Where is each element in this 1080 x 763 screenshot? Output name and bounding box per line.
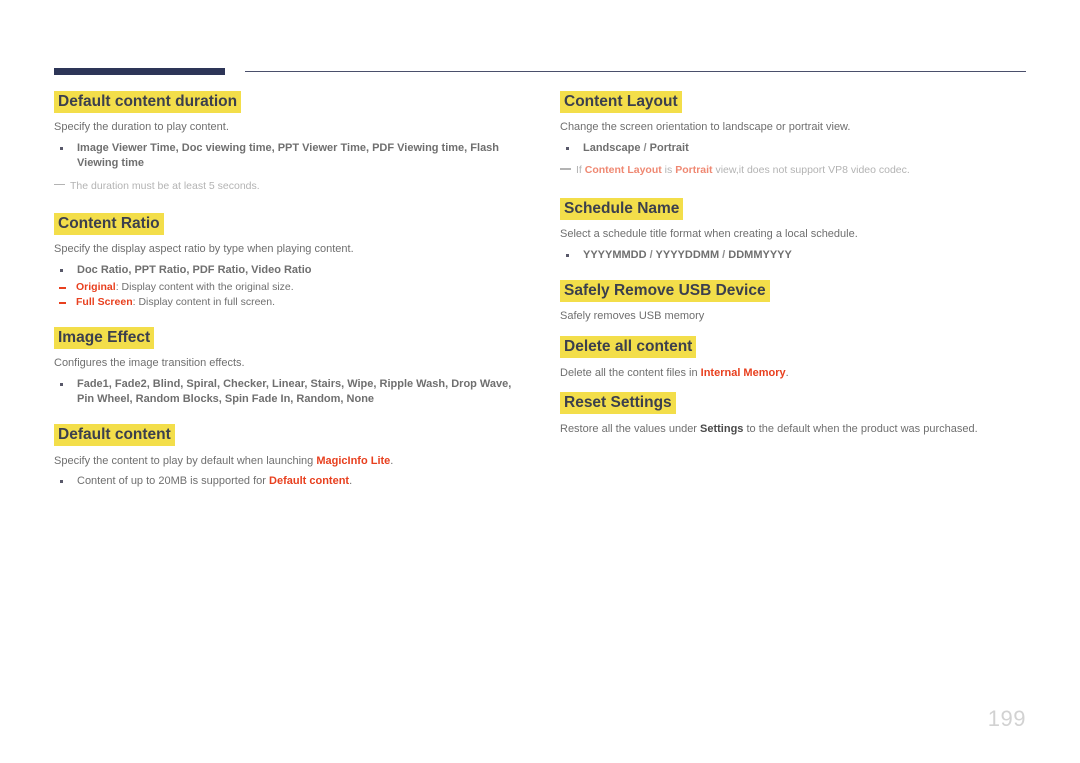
heading-text: Default content duration bbox=[54, 91, 242, 113]
bullet-item: Fade1, Fade2, Blind, Spiral, Checker, Li… bbox=[54, 377, 524, 407]
section-heading: Default content bbox=[54, 424, 175, 447]
bullet-list: Doc Ratio, PPT Ratio, PDF Ratio, Video R… bbox=[54, 263, 524, 278]
heading-text: Schedule Name bbox=[560, 197, 684, 220]
bullet-option-a: Landscape bbox=[583, 142, 641, 155]
body-post: . bbox=[785, 366, 789, 379]
bullet-option-b: Portrait bbox=[649, 142, 689, 155]
sub-bullet-list: Original: Display content with the origi… bbox=[54, 280, 524, 310]
section-body: Select a schedule title format when crea… bbox=[560, 227, 858, 240]
section-content-layout: Content Layout Change the screen orienta… bbox=[560, 91, 1030, 178]
note-part-2: is bbox=[661, 164, 676, 177]
section-heading: Reset Settings bbox=[560, 392, 676, 415]
header-rule-thick-bar bbox=[54, 68, 225, 75]
section-note: If Content Layout is Portrait view,it do… bbox=[560, 163, 1030, 177]
header-rule bbox=[54, 66, 1026, 78]
section-heading: Schedule Name bbox=[560, 197, 684, 220]
section-body: Specify the content to play by default w… bbox=[54, 454, 524, 469]
body-post: . bbox=[390, 454, 394, 467]
heading-text: Delete all content bbox=[560, 336, 697, 359]
body-keyword: Internal Memory bbox=[700, 366, 786, 379]
bullet-item: Landscape / Portrait bbox=[560, 141, 1030, 156]
sub-bullet-desc: : Display content with the original size… bbox=[115, 281, 294, 294]
document-page: Default content duration Specify the dur… bbox=[0, 0, 1080, 763]
sub-bullet-desc: : Display content in full screen. bbox=[132, 296, 276, 309]
bullet-item: Content of up to 20MB is supported for D… bbox=[54, 474, 524, 489]
heading-text: Safely Remove USB Device bbox=[560, 279, 770, 302]
bullet-option-c: DDMMYYYY bbox=[728, 248, 792, 261]
body-pre: Delete all the content files in bbox=[560, 366, 701, 379]
section-default-content-duration: Default content duration Specify the dur… bbox=[54, 91, 524, 193]
bullet-list: Landscape / Portrait bbox=[560, 141, 1030, 156]
body-keyword: Settings bbox=[700, 422, 744, 435]
bullet-separator: / bbox=[640, 142, 650, 155]
left-column: Default content duration Specify the dur… bbox=[54, 91, 524, 491]
section-note: The duration must be at least 5 seconds. bbox=[54, 179, 524, 193]
heading-text: Content Layout bbox=[560, 91, 682, 113]
bullet-list: Content of up to 20MB is supported for D… bbox=[54, 474, 524, 489]
section-body: Delete all the content files in Internal… bbox=[560, 366, 1030, 381]
note-keyword-1: Content Layout bbox=[584, 164, 662, 177]
note-part-1: If bbox=[576, 164, 585, 177]
section-heading: Content Layout bbox=[560, 91, 682, 113]
bullet-post: . bbox=[349, 475, 353, 488]
page-number: 199 bbox=[987, 706, 1026, 731]
section-image-effect: Image Effect Configures the image transi… bbox=[54, 326, 524, 408]
section-schedule-name: Schedule Name Select a schedule title fo… bbox=[560, 197, 1030, 263]
sub-bullet-term: Full Screen bbox=[76, 296, 133, 309]
bullet-keyword: Default content bbox=[269, 475, 350, 488]
bullet-separator: / bbox=[646, 248, 656, 261]
section-default-content: Default content Specify the content to p… bbox=[54, 424, 524, 489]
body-pre: Restore all the values under bbox=[560, 422, 701, 435]
bullet-option-b: YYYYDDMM bbox=[655, 248, 720, 261]
heading-text: Image Effect bbox=[54, 326, 155, 349]
bullet-list: Fade1, Fade2, Blind, Spiral, Checker, Li… bbox=[54, 377, 524, 407]
section-body: Change the screen orientation to landsca… bbox=[560, 121, 851, 134]
header-rule-thin-line bbox=[245, 71, 1026, 72]
section-body: Restore all the values under Settings to… bbox=[560, 422, 1030, 437]
section-content-ratio: Content Ratio Specify the display aspect… bbox=[54, 212, 524, 311]
section-safely-remove-usb-device: Safely Remove USB Device Safely removes … bbox=[560, 279, 1030, 324]
section-heading: Content Ratio bbox=[54, 212, 164, 235]
right-column: Content Layout Change the screen orienta… bbox=[560, 91, 1030, 437]
sub-bullet-item: Original: Display content with the origi… bbox=[54, 280, 524, 295]
section-reset-settings: Reset Settings Restore all the values un… bbox=[560, 392, 1030, 437]
heading-text: Default content bbox=[54, 424, 175, 447]
note-part-3: view,it does not support VP8 video codec… bbox=[712, 164, 910, 177]
bullet-option-a: YYYYMMDD bbox=[583, 248, 647, 261]
section-heading: Default content duration bbox=[54, 91, 242, 113]
section-body: Specify the display aspect ratio by type… bbox=[54, 243, 354, 256]
bullet-item: Doc Ratio, PPT Ratio, PDF Ratio, Video R… bbox=[54, 263, 524, 278]
section-body: Safely removes USB memory bbox=[560, 310, 705, 323]
section-body: Specify the duration to play content. bbox=[54, 121, 229, 134]
section-heading: Delete all content bbox=[560, 336, 697, 359]
section-delete-all-content: Delete all content Delete all the conten… bbox=[560, 336, 1030, 381]
note-keyword-2: Portrait bbox=[675, 164, 713, 177]
section-heading: Safely Remove USB Device bbox=[560, 279, 770, 302]
bullet-list: YYYYMMDD / YYYYDDMM / DDMMYYYY bbox=[560, 248, 1030, 263]
bullet-pre: Content of up to 20MB is supported for bbox=[77, 475, 270, 488]
heading-text: Reset Settings bbox=[560, 392, 676, 415]
bullet-separator: / bbox=[719, 248, 729, 261]
heading-text: Content Ratio bbox=[54, 212, 164, 235]
section-heading: Image Effect bbox=[54, 326, 155, 349]
bullet-item: Image Viewer Time, Doc viewing time, PPT… bbox=[54, 141, 524, 171]
body-post: to the default when the product was purc… bbox=[743, 422, 978, 435]
sub-bullet-item: Full Screen: Display content in full scr… bbox=[54, 295, 524, 310]
bullet-item: YYYYMMDD / YYYYDDMM / DDMMYYYY bbox=[560, 248, 1030, 263]
section-body: Configures the image transition effects. bbox=[54, 356, 245, 369]
bullet-list: Image Viewer Time, Doc viewing time, PPT… bbox=[54, 141, 524, 171]
body-pre: Specify the content to play by default w… bbox=[54, 454, 317, 467]
body-keyword: MagicInfo Lite bbox=[316, 454, 391, 467]
sub-bullet-term: Original bbox=[76, 281, 116, 294]
